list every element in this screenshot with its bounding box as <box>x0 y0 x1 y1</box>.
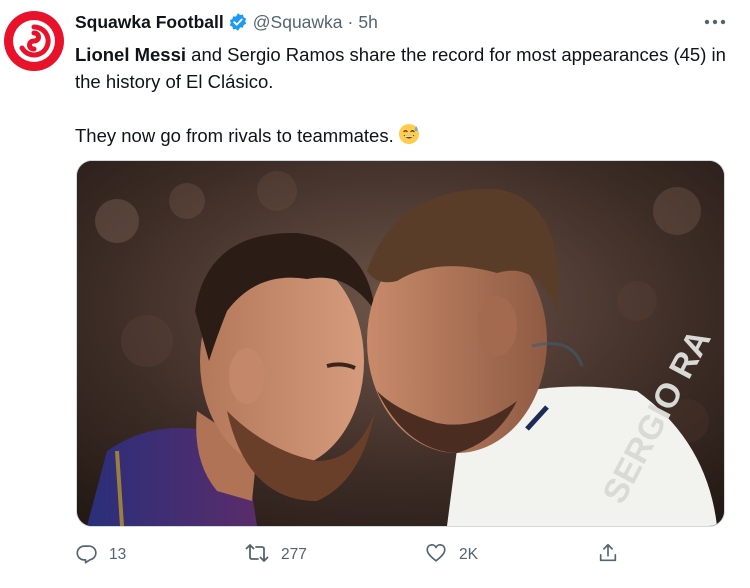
action-bar: 13 277 2K <box>75 540 715 570</box>
sweat-smile-emoji <box>398 123 420 152</box>
verified-icon <box>228 12 248 32</box>
squawka-logo-icon <box>13 20 55 62</box>
like-count: 2K <box>459 546 478 563</box>
retweet-button[interactable]: 277 <box>245 540 307 570</box>
display-name[interactable]: Squawka Football <box>75 12 224 33</box>
share-button[interactable] <box>597 540 619 570</box>
like-icon <box>425 542 447 569</box>
retweet-icon <box>245 542 269 569</box>
tweet-text-second: They now go from rivals to teammates. <box>75 125 394 146</box>
reply-button[interactable]: 13 <box>75 540 126 570</box>
tweet-text-second-paragraph: They now go from rivals to teammates. <box>75 122 735 152</box>
reply-count: 13 <box>109 546 127 563</box>
like-button[interactable]: 2K <box>425 540 478 570</box>
photo-messi-ramos: SERGIO RA <box>77 161 724 526</box>
retweet-count: 277 <box>281 546 307 563</box>
tweet-text: Lionel Messi and Sergio Ramos share the … <box>75 41 735 152</box>
reply-icon <box>75 542 97 569</box>
timestamp[interactable]: 5h <box>358 12 377 33</box>
tweet-header: Squawka Football @Squawka · 5h <box>75 9 378 35</box>
tweet[interactable]: Squawka Football @Squawka · 5h Lionel Me… <box>0 0 750 588</box>
share-icon <box>597 542 619 569</box>
tweet-text-first-paragraph: Lionel Messi and Sergio Ramos share the … <box>75 41 735 95</box>
mention-lionel-messi: Lionel Messi <box>75 44 187 65</box>
tweet-media-photo[interactable]: SERGIO RA <box>76 160 725 527</box>
handle[interactable]: @Squawka <box>253 12 343 33</box>
more-icon[interactable] <box>702 12 728 32</box>
avatar[interactable] <box>4 11 64 71</box>
separator-dot: · <box>347 11 354 32</box>
